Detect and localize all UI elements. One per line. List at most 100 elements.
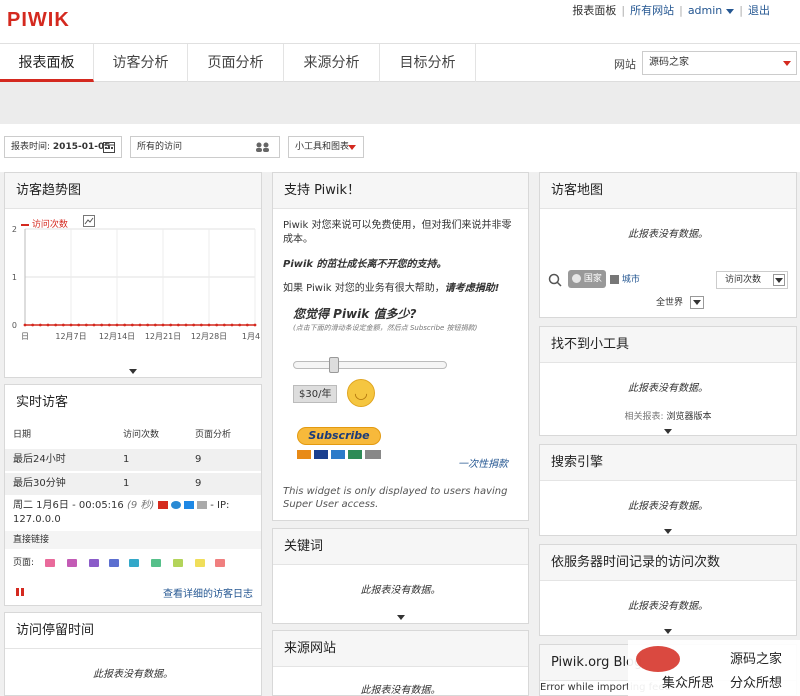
segment-selector[interactable]: 所有的访问 [130, 136, 280, 158]
search-engines-widget: 搜索引擎 此报表没有数据。 [539, 444, 797, 536]
tab-visitors[interactable]: 访客分析 [94, 44, 188, 82]
metric-select[interactable]: 访问次数 [716, 271, 788, 289]
chevron-down-icon[interactable] [664, 529, 672, 534]
data-point [245, 323, 249, 327]
no-data-message: 此报表没有数据。 [628, 601, 708, 612]
related-reports: 相关报表: 浏览器版本 [540, 409, 796, 422]
gray-strip [0, 82, 800, 124]
data-point [23, 323, 27, 327]
chevron-down-icon[interactable] [396, 615, 405, 620]
country-mode-button[interactable]: 国家 [568, 270, 606, 288]
data-point [230, 323, 234, 327]
widget-title[interactable]: 依服务器时间记录的访问次数 [540, 545, 796, 581]
donation-slider-handle[interactable] [329, 357, 339, 373]
widget-title[interactable]: 搜索引擎 [540, 445, 796, 481]
realtime-visitors-widget: 实时访客 日期 访问次数 页面分析 最后24小时 1 9 最后30分钟 1 9 … [4, 384, 262, 606]
widget-title[interactable]: 实时访客 [5, 385, 261, 421]
visit-ip: 127.0.0.0 [13, 514, 61, 525]
card-icon [297, 450, 311, 459]
support-piwik-widget: 支持 Piwik！ Piwik 对您来说可以免费使用，但对我们来说并非零成本。 … [272, 172, 529, 521]
row-label: 最后24小时 [13, 454, 66, 465]
visitor-log-link[interactable]: 查看详细的访客日志 [163, 585, 253, 600]
tab-dashboard[interactable]: 报表面板 [0, 44, 94, 82]
data-point [199, 323, 203, 327]
folder-icon[interactable] [67, 559, 77, 567]
users-icon [256, 142, 269, 152]
region-value: 全世界 [656, 298, 684, 308]
chevron-down-icon[interactable] [664, 429, 672, 434]
data-point [38, 323, 42, 327]
visit-length-widget: 访问停留时间 此报表没有数据。 [4, 612, 262, 696]
folder-icon[interactable] [215, 559, 225, 567]
chevron-down-icon[interactable] [664, 629, 672, 634]
card-icon [365, 450, 381, 459]
data-point [77, 323, 81, 327]
row-pages: 9 [195, 478, 202, 489]
period-selector[interactable]: 报表时间: 2015-01-05 [4, 136, 122, 158]
folder-icon[interactable] [173, 559, 183, 567]
calendar-icon[interactable] [103, 141, 115, 153]
widget-title[interactable]: 访问停留时间 [5, 613, 261, 649]
data-point [207, 323, 211, 327]
widget-title[interactable]: 访客趋势图 [5, 173, 261, 209]
visitor-map-widget: 访客地图 此报表没有数据。 国家 城市 访问次数 全世界 [539, 172, 797, 318]
widget-title[interactable]: 支持 Piwik！ [273, 173, 528, 209]
related-report-link[interactable]: 浏览器版本 [666, 412, 711, 422]
dashboard-link[interactable]: 报表面板 [572, 4, 616, 17]
row-pages: 9 [195, 454, 202, 465]
tab-referrers[interactable]: 来源分析 [284, 44, 380, 82]
folder-icon[interactable] [109, 559, 119, 567]
column-header: 访问次数 [123, 430, 160, 440]
pause-icon[interactable] [15, 587, 25, 597]
watermark-logo: 源码之家 集众所思 分众所想 [628, 640, 800, 696]
widgets-menu-label: 小工具和图表 [295, 142, 350, 152]
donation-slider-track[interactable] [293, 361, 447, 369]
site-selector[interactable]: 源码之家 [642, 51, 797, 75]
widgets-menu[interactable]: 小工具和图表 [288, 136, 364, 158]
folder-icon[interactable] [151, 559, 161, 567]
folder-icon[interactable] [45, 559, 55, 567]
chevron-down-icon[interactable] [726, 8, 735, 14]
all-websites-link[interactable]: 所有网站 [630, 4, 674, 17]
widget-title[interactable]: 关键词 [273, 529, 528, 565]
referrer-label: 直接链接 [13, 535, 50, 545]
row-label: 最后30分钟 [13, 478, 66, 489]
chevron-down-icon[interactable] [783, 61, 791, 66]
payment-cards [297, 450, 381, 460]
folder-icon[interactable] [195, 559, 205, 567]
data-point [115, 323, 119, 327]
folder-icon[interactable] [89, 559, 99, 567]
piwik-logo[interactable]: PIWIK [7, 9, 70, 32]
card-icon [314, 450, 328, 459]
y-tick-label: 0 [12, 321, 17, 330]
server-time-widget: 依服务器时间记录的访问次数 此报表没有数据。 [539, 544, 797, 636]
logout-link[interactable]: 退出 [748, 4, 770, 17]
widget-title[interactable]: 找不到小工具 [540, 327, 796, 363]
admin-menu[interactable]: admin [688, 4, 722, 17]
city-mode-button[interactable]: 城市 [610, 272, 640, 285]
missing-widget: 找不到小工具 此报表没有数据。 相关报表: 浏览器版本 [539, 326, 797, 436]
chevron-down-icon[interactable] [129, 369, 137, 374]
support-text: 如果 Piwik 对您的业务有很大帮助， [283, 283, 445, 294]
data-point [69, 323, 73, 327]
data-point [184, 323, 188, 327]
subscribe-button[interactable]: Subscribe [297, 427, 381, 445]
data-point [238, 323, 242, 327]
smiley-icon: ◡ [347, 379, 375, 407]
no-data-message: 此报表没有数据。 [360, 585, 441, 596]
visits-overview-widget: 访客趋势图 访问次数 2 1 0 日 12月7日 12月14日 12月21日 12月28日 1月… [4, 172, 262, 378]
widget-title[interactable]: 来源网站 [273, 631, 528, 667]
donate-link[interactable]: 请考虑捐助! [445, 283, 500, 294]
zoom-out-icon[interactable] [548, 273, 562, 287]
flag-icon [157, 501, 168, 509]
widget-title[interactable]: 访客地图 [540, 173, 796, 209]
data-point [253, 323, 257, 327]
folder-icon[interactable] [129, 559, 139, 567]
tab-goals[interactable]: 目标分析 [380, 44, 476, 82]
tab-actions[interactable]: 页面分析 [188, 44, 284, 82]
no-data-message: 此报表没有数据。 [628, 501, 708, 512]
watermark-slogan: 分众所想 [730, 676, 783, 691]
y-tick-label: 1 [12, 273, 17, 282]
region-select-button[interactable] [690, 296, 704, 309]
one-time-donation-link[interactable]: 一次性捐款 [458, 455, 508, 470]
